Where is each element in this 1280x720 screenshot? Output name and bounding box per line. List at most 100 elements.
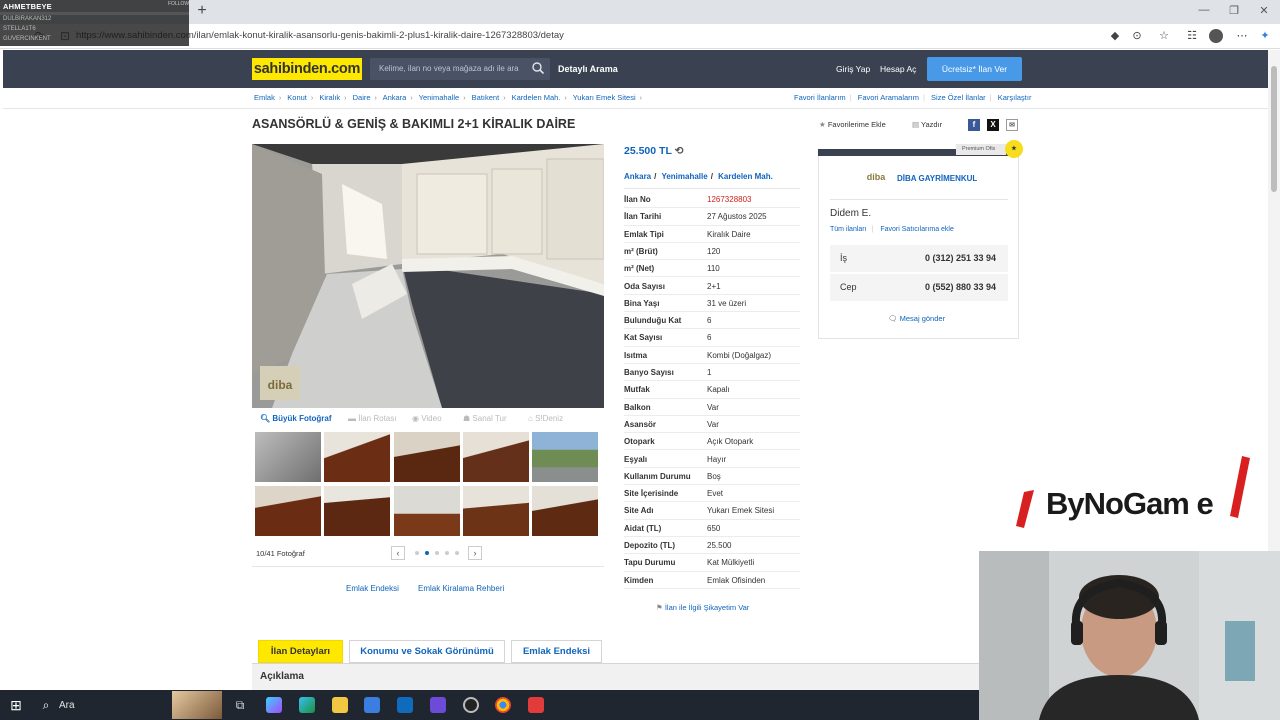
tab-location[interactable]: Konumu ve Sokak Görünümü [349,640,505,663]
location-neighborhood[interactable]: Kardelen Mah. [718,172,773,181]
minimize-icon[interactable]: — [1194,4,1214,16]
thumbnail[interactable] [394,486,460,536]
thumbnail[interactable] [255,486,321,536]
more-icon[interactable]: ⋯ [1235,29,1249,43]
task-view-icon[interactable]: ⧉ [232,697,248,713]
login-link[interactable]: Giriş Yap [836,64,870,74]
detail-row: Aidat (TL) 650 [624,520,800,537]
profile-avatar[interactable] [1209,29,1223,43]
chrome-icon[interactable] [495,697,511,713]
description-header: Açıklama [252,664,980,690]
breadcrumb-item[interactable]: Konut [287,93,307,102]
pager-dot[interactable] [435,551,439,555]
mail-icon[interactable]: ✉ [1006,119,1018,131]
special-listings-link[interactable]: Size Özel İlanlar [931,93,986,102]
close-icon[interactable]: ✕ [1254,4,1274,17]
main-photo[interactable]: diba [252,144,604,408]
location-city[interactable]: Ankara [624,172,651,181]
firm-logo[interactable]: diba [864,168,888,186]
extension-icon[interactable]: ◆ [1108,29,1122,43]
thumbnail[interactable] [532,486,598,536]
search-box[interactable]: Kelime, ilan no veya mağaza adı ile ara [370,58,550,80]
route-button[interactable]: ▬ İlan Rotası [348,414,396,423]
breadcrumb-item[interactable]: Emlak [254,93,275,102]
outlook-icon[interactable] [397,697,413,713]
thumbnail[interactable] [324,486,390,536]
tab-listing-details[interactable]: İlan Detayları [258,640,343,663]
reader-icon[interactable]: ⊙ [1130,29,1144,43]
favorite-seller-link[interactable]: Favori Satıcılarıma ekle [880,226,954,233]
favorite-listings-link[interactable]: Favori İlanlarım [794,93,846,102]
thumbnail[interactable] [532,432,598,482]
add-favorite-link[interactable]: ★ Favorilerime Ekle [819,120,886,129]
detail-key: İlan Tarihi [624,212,662,222]
restore-icon[interactable]: ❐ [1224,4,1244,17]
flag-icon: ⚑ [656,603,663,612]
big-photo-button[interactable]: 🔍︎ Büyük Fotoğraf [260,414,332,423]
favorites-icon[interactable]: ☷ [1185,29,1199,43]
print-link[interactable]: ▤ Yazdır [912,120,942,129]
phone-work[interactable]: İş 0 (312) 251 33 94 [830,245,1008,272]
obs-icon[interactable] [463,697,479,713]
pager-dot[interactable] [415,551,419,555]
taskbar-search-input[interactable]: Ara [59,700,75,711]
virtual-tour-button[interactable]: ☗ Sanal Tur [463,414,507,423]
all-listings-link[interactable]: Tüm ilanları [830,226,867,233]
breadcrumb-item[interactable]: Batıkent [472,93,500,102]
s-deniz-button[interactable]: ⌂ S!Deniz [528,414,563,423]
detail-value: Evet [707,489,724,499]
pager-dot[interactable] [455,551,459,555]
complaint-link[interactable]: ⚑ İlan ile İlgili Şikayetim Var [656,603,749,612]
windows-start-icon[interactable]: ⊞ [8,697,24,713]
pager-dot[interactable] [445,551,449,555]
phone-mobile[interactable]: Cep 0 (552) 880 33 94 [830,274,1008,301]
store-icon[interactable] [364,697,380,713]
favorite-searches-link[interactable]: Favori Aramalarım [858,93,919,102]
thumbnail[interactable] [255,432,321,482]
copilot-app-icon[interactable] [266,697,282,713]
search-input[interactable]: Kelime, ilan no veya mağaza adı ile ara [379,64,519,73]
firm-name[interactable]: DİBA GAYRİMENKUL [897,174,977,183]
register-link[interactable]: Hesap Aç [880,64,916,74]
prev-photo-button[interactable]: ‹ [391,546,405,560]
send-message-link[interactable]: 🗨︎ Mesaj gönder [888,314,945,323]
chat-app-icon[interactable] [430,697,446,713]
breadcrumb-item[interactable]: Kardelen Mah. [512,93,561,102]
x-icon[interactable]: X [987,119,999,131]
breadcrumb-item[interactable]: Kiralık [319,93,340,102]
scrollbar-thumb[interactable] [1271,66,1277,192]
video-button[interactable]: ◉ Video [412,414,442,423]
detail-value: 650 [707,523,721,533]
breadcrumb-item[interactable]: Yenimahalle [419,93,460,102]
thumbnail[interactable] [463,432,529,482]
detail-key: Oda Sayısı [624,281,665,291]
edge-icon[interactable] [299,697,315,713]
tab-emlak-index[interactable]: Emlak Endeksi [511,640,602,663]
file-explorer-icon[interactable] [332,697,348,713]
app-icon[interactable] [528,697,544,713]
advanced-search-link[interactable]: Detaylı Arama [558,64,618,74]
site-logo[interactable]: sahibinden.com [252,58,362,80]
emlak-index-link[interactable]: Emlak Endeksi [346,584,399,593]
thumbnail[interactable] [324,432,390,482]
history-icon[interactable]: ⟲ [675,145,684,157]
thumbnail[interactable] [394,432,460,482]
detail-value: 2+1 [707,281,721,291]
star-icon[interactable]: ☆ [1157,29,1171,43]
search-icon[interactable]: ⌕ [38,697,54,713]
rental-guide-link[interactable]: Emlak Kiralama Rehberi [418,584,504,593]
thumbnail[interactable] [463,486,529,536]
weather-widget[interactable] [172,691,222,719]
pager-dot[interactable] [425,551,429,555]
search-icon[interactable] [531,61,545,75]
breadcrumb-item[interactable]: Yukarı Emek Sitesi [573,93,636,102]
copilot-icon[interactable]: ✦ [1258,29,1272,43]
breadcrumb-item[interactable]: Ankara [383,93,407,102]
new-tab-button[interactable]: + [194,2,210,20]
breadcrumb-item[interactable]: Daire [353,93,371,102]
location-district[interactable]: Yenimahalle [661,172,707,181]
post-ad-button[interactable]: Ücretsiz* İlan Ver [927,57,1022,81]
facebook-icon[interactable]: f [968,119,980,131]
next-photo-button[interactable]: › [468,546,482,560]
compare-link[interactable]: Karşılaştır [998,93,1032,102]
